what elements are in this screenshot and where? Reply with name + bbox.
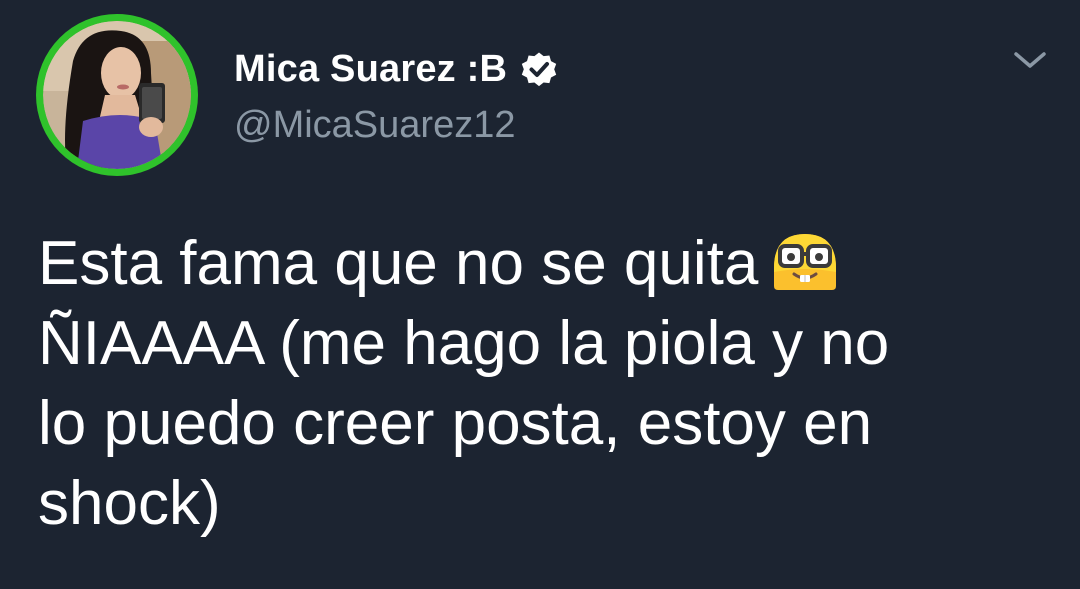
tweet-text-line: lo puedo creer posta, estoy en [38,389,873,458]
tweet-text-line: ÑIAAAA (me hago la piola y no [38,309,890,378]
nerd-face-emoji-icon [774,234,837,290]
author-handle[interactable]: @MicaSuarez12 [234,104,515,147]
tweet-text-segment: Esta fama que no se quita [38,229,759,298]
tweet-text-line: shock) [38,469,221,538]
author-name-row[interactable]: Mica Suarez :B [234,44,559,94]
verified-badge-icon [521,52,557,87]
display-name[interactable]: Mica Suarez :B [234,48,507,91]
chevron-down-icon[interactable] [1008,42,1052,78]
avatar-image [43,21,191,169]
avatar[interactable] [36,14,198,176]
tweet-text: Esta fama que no se quita ÑIAAAA (me hag… [38,224,1038,544]
tweet-card: Mica Suarez :B @MicaSuarez12 Esta fama q… [0,0,1080,589]
tweet-text-line: Esta fama que no se quita [38,224,1038,304]
